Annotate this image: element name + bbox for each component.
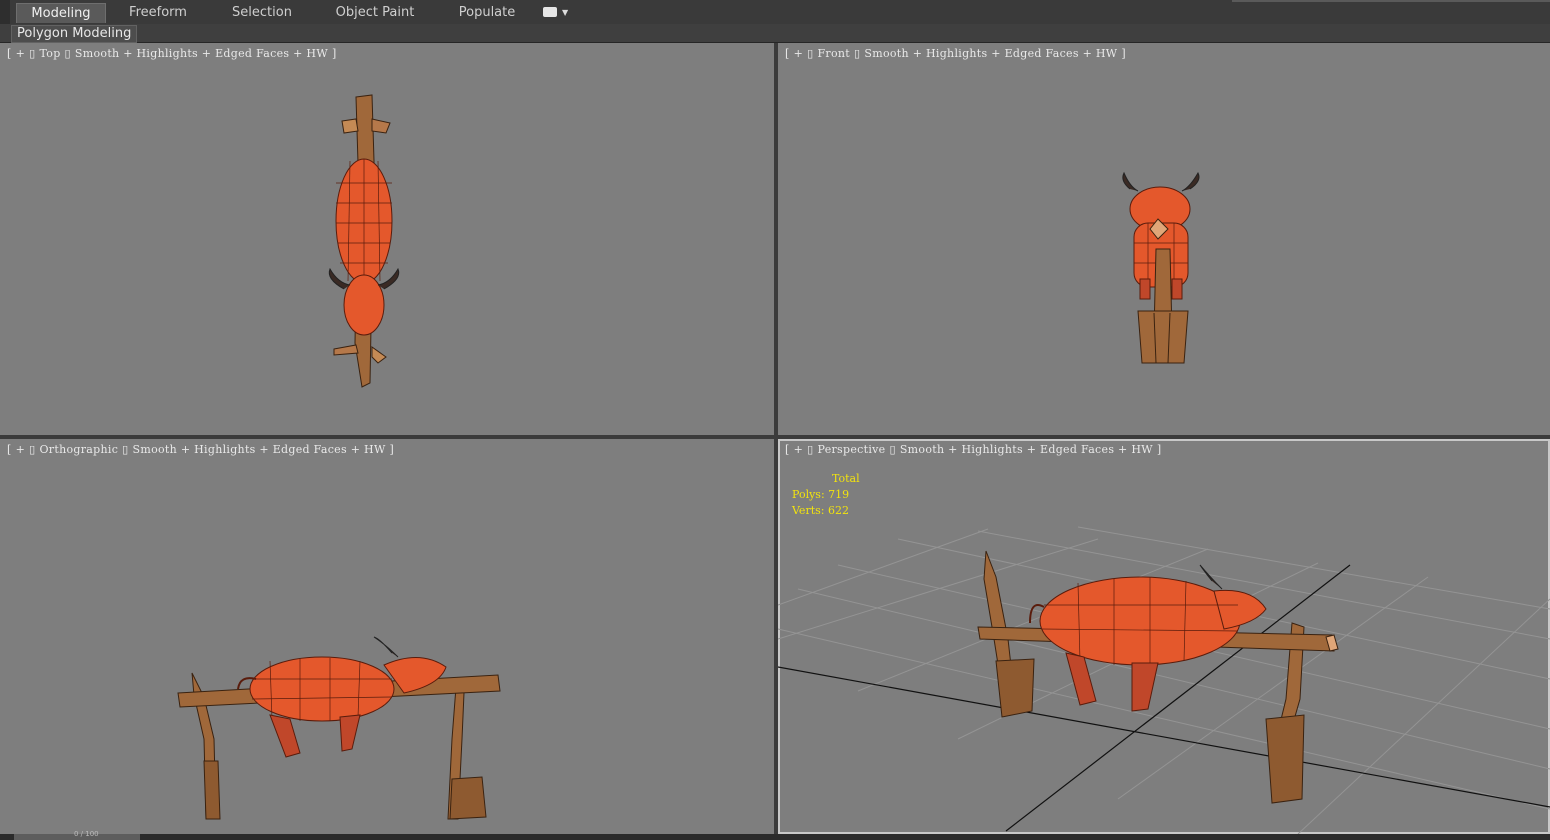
post-base-right xyxy=(449,776,487,820)
ox-leg xyxy=(1139,278,1151,300)
tab-modeling[interactable]: Modeling xyxy=(16,3,106,23)
viewport-perspective[interactable]: [+ ▯ Perspective ▯ Smooth + Highlights + Edg… xyxy=(778,439,1550,834)
viewport-top[interactable]: [+ ▯ Top ▯ Smooth + Highlights + Edged Faces… xyxy=(0,43,774,435)
support-post xyxy=(1137,310,1189,364)
ox-horn-right xyxy=(377,267,400,290)
ribbon-panel-bar: Polygon Modeling xyxy=(0,24,1550,43)
ox-leg xyxy=(1131,662,1159,712)
tab-populate[interactable]: Populate xyxy=(450,3,524,22)
ribbon-tab-bar: Modeling Freeform Selection Object Paint… xyxy=(0,0,1550,42)
viewport-front[interactable]: [+ ▯ Front ▯ Smooth + Highlights + Edged Fac… xyxy=(778,43,1550,435)
viewport-orthographic[interactable]: [+ ▯ Orthographic ▯ Smooth + Highlights + Ed… xyxy=(0,439,774,834)
ox-horn-right xyxy=(1181,171,1200,192)
ox-horn xyxy=(373,636,399,658)
ox-horn-left xyxy=(328,267,351,290)
post-base-left xyxy=(995,658,1035,718)
post-base-left xyxy=(203,760,221,820)
ribbon-options-box-icon xyxy=(543,7,557,17)
top-view-scene xyxy=(328,94,400,388)
grid-axis-x xyxy=(778,666,1550,808)
polygon-modeling-panel-button[interactable]: Polygon Modeling xyxy=(11,25,138,43)
time-slider-label: 0 / 100 xyxy=(74,830,99,838)
home-grid xyxy=(778,526,1550,834)
front-view-scene xyxy=(1122,171,1200,364)
ortho-view-scene xyxy=(177,636,501,820)
ox-leg xyxy=(1171,278,1183,300)
support-post-top xyxy=(341,118,359,134)
ox-body xyxy=(1039,576,1241,666)
ox-horn xyxy=(1199,564,1223,590)
ribbon-divider xyxy=(1232,0,1550,2)
ox-head xyxy=(343,274,385,336)
tab-selection[interactable]: Selection xyxy=(220,3,304,22)
support-post-top xyxy=(371,118,391,134)
viewport-grid: [+ ▯ Top ▯ Smooth + Highlights + Edged Faces… xyxy=(0,43,1550,834)
support-post-bottom xyxy=(371,346,387,364)
perspective-view-scene xyxy=(778,526,1550,834)
timeline-bar: 0 / 100 xyxy=(0,830,1550,840)
ribbon-options-icon[interactable]: ▼ xyxy=(543,5,571,19)
ox-leg xyxy=(269,714,301,758)
tab-freeform[interactable]: Freeform xyxy=(116,3,200,22)
tab-object-paint[interactable]: Object Paint xyxy=(330,3,420,22)
support-post-bottom xyxy=(333,344,359,356)
ox-leg xyxy=(339,714,361,752)
post-base-right xyxy=(1265,714,1305,804)
chevron-down-icon: ▼ xyxy=(562,8,569,17)
time-slider[interactable]: 0 / 100 xyxy=(14,830,140,840)
ox-horn-left xyxy=(1122,171,1139,192)
